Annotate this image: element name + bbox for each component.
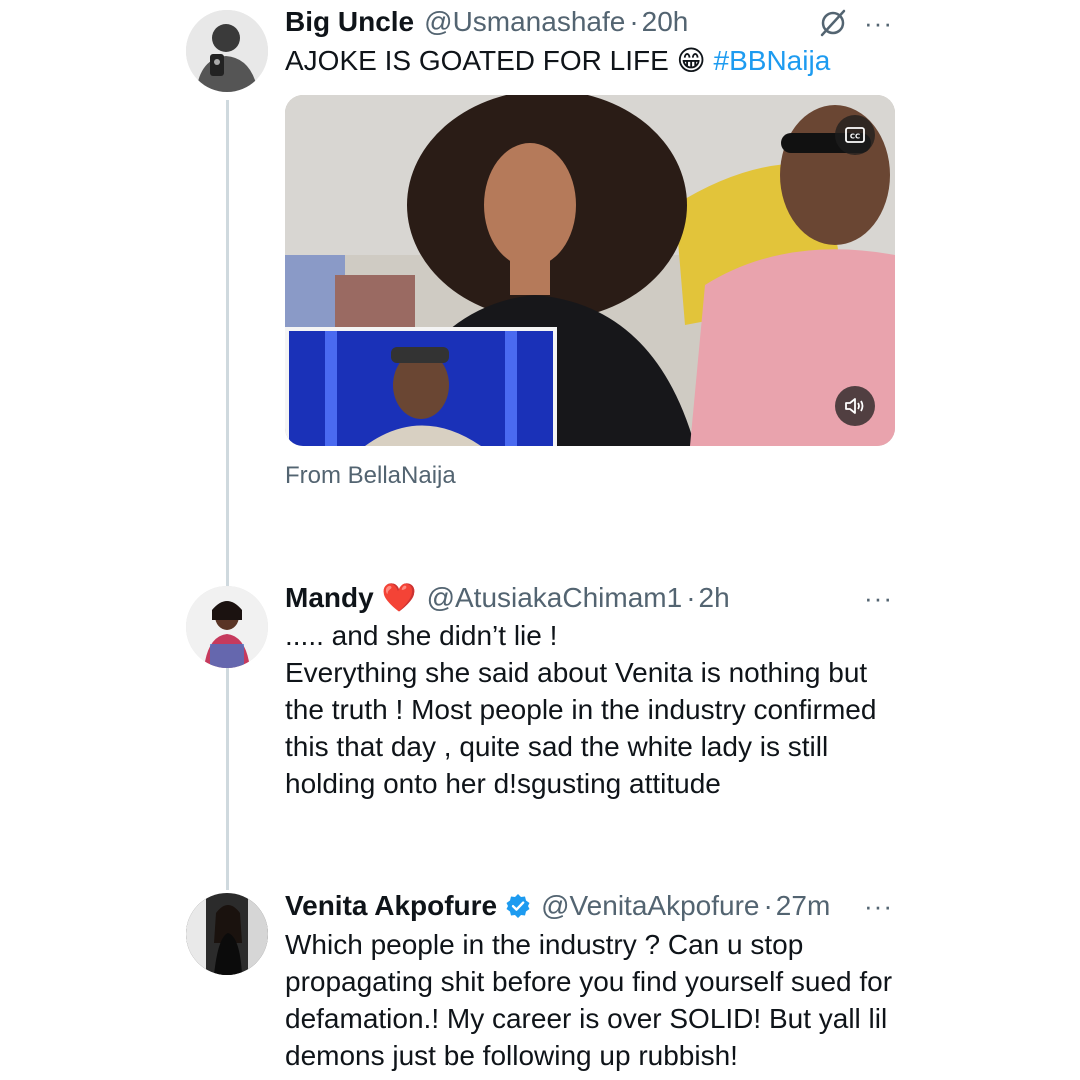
tweet-header: Big Uncle @Usmanashafe · 20h — [285, 6, 688, 38]
separator-dot: · — [763, 890, 773, 921]
timestamp[interactable]: 27m — [776, 890, 830, 922]
user-handle[interactable]: @Usmanashafe — [424, 6, 625, 38]
media-source-link[interactable]: From BellaNaija — [285, 462, 456, 490]
thread-connector-line — [226, 100, 229, 890]
closed-captions-icon[interactable]: CC — [835, 115, 875, 155]
separator-dot: · — [686, 582, 696, 613]
more-options-icon[interactable]: ··· — [864, 10, 893, 36]
tweet-text: ..... and she didn’t lie ! Everything sh… — [285, 620, 877, 799]
tweet-text-body: AJOKE IS GOATED FOR LIFE 😁 — [285, 45, 706, 76]
avatar[interactable] — [186, 893, 268, 975]
timestamp[interactable]: 2h — [699, 582, 730, 614]
tweet-video[interactable]: CC — [285, 95, 895, 446]
avatar[interactable] — [186, 586, 268, 668]
verified-badge-icon — [505, 893, 531, 919]
grok-icon[interactable] — [818, 8, 848, 38]
heart-emoji: ❤️ — [381, 582, 417, 613]
video-thumbnail — [285, 95, 895, 446]
speaker-icon[interactable] — [835, 386, 875, 426]
tweet-header: Venita Akpofure @VenitaAkpofure · 27m — [285, 889, 830, 922]
timestamp[interactable]: 20h — [642, 6, 689, 38]
more-options-icon[interactable]: ··· — [864, 585, 893, 611]
tweet-header: Mandy ❤️ @AtusiakaChimam1 · 2h — [285, 581, 730, 614]
user-handle[interactable]: @VenitaAkpofure — [541, 890, 759, 922]
display-name[interactable]: Big Uncle — [285, 6, 414, 38]
user-handle[interactable]: @AtusiakaChimam1 — [427, 582, 683, 614]
display-name[interactable]: Mandy — [285, 582, 374, 614]
display-name[interactable]: Venita Akpofure — [285, 890, 497, 922]
svg-text:CC: CC — [850, 133, 860, 141]
avatar[interactable] — [186, 10, 268, 92]
hashtag-link[interactable]: #BBNaija — [714, 45, 831, 76]
separator-dot: · — [629, 6, 639, 37]
more-options-icon[interactable]: ··· — [864, 893, 893, 919]
tweet-text: AJOKE IS GOATED FOR LIFE 😁 #BBNaija — [285, 42, 925, 79]
tweet-text: Which people in the industry ? Can u sto… — [285, 929, 893, 1071]
